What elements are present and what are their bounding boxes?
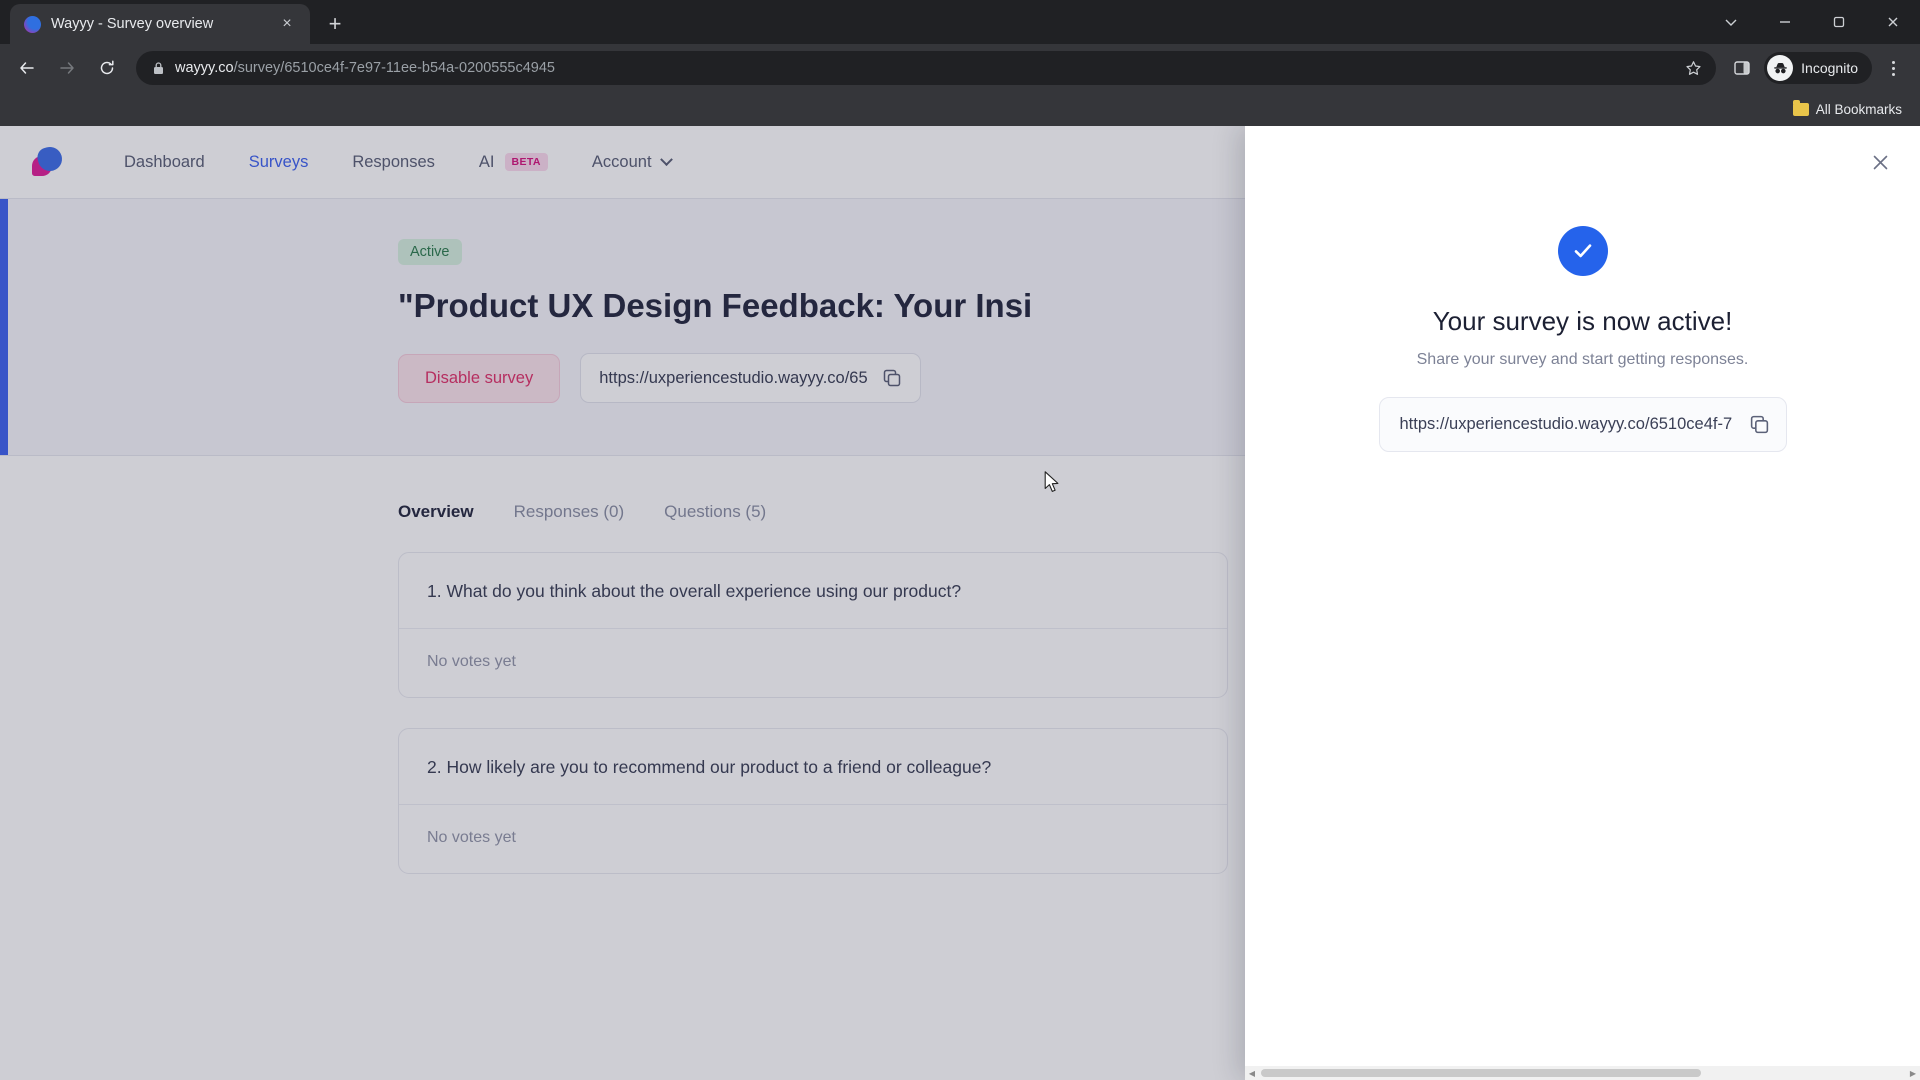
tab-search-icon[interactable] xyxy=(1704,0,1758,44)
all-bookmarks-label: All Bookmarks xyxy=(1815,101,1902,117)
reload-icon[interactable] xyxy=(88,49,126,87)
browser-window: Wayyy - Survey overview × + wayyy.co/sur… xyxy=(0,0,1920,1080)
drawer-subtitle: Share your survey and start getting resp… xyxy=(1416,351,1749,368)
window-controls xyxy=(1704,0,1920,44)
close-icon[interactable] xyxy=(1866,148,1894,176)
scrollbar-thumb[interactable] xyxy=(1261,1069,1701,1077)
success-check-icon xyxy=(1557,226,1608,276)
browser-tab[interactable]: Wayyy - Survey overview × xyxy=(10,4,310,44)
bookmark-star-icon[interactable] xyxy=(1678,53,1708,83)
tab-title: Wayyy - Survey overview xyxy=(51,16,214,32)
close-window-icon[interactable] xyxy=(1866,0,1920,44)
browser-toolbar: wayyy.co/survey/6510ce4f-7e97-11ee-b54a-… xyxy=(0,44,1920,92)
bookmarks-bar: All Bookmarks xyxy=(0,92,1920,126)
page-viewport: Dashboard Surveys Responses AI BETA Acco… xyxy=(0,126,1920,1080)
forward-icon[interactable] xyxy=(48,49,86,87)
share-url-field[interactable]: https://uxperiencestudio.wayyy.co/6510ce… xyxy=(1378,397,1787,452)
drawer-title: Your survey is now active! xyxy=(1432,306,1733,336)
tab-strip: Wayyy - Survey overview × + xyxy=(0,0,1920,44)
share-url-text: https://uxperiencestudio.wayyy.co/6510ce… xyxy=(1399,415,1733,433)
url-host: wayyy.co xyxy=(175,60,234,76)
browser-menu-icon[interactable] xyxy=(1876,51,1910,85)
wayyy-logo-icon xyxy=(24,15,41,33)
copy-icon[interactable] xyxy=(1749,414,1770,435)
survey-active-drawer: Your survey is now active! Share your su… xyxy=(1245,126,1920,1080)
profile-label: Incognito xyxy=(1801,60,1858,76)
url-path: /survey/6510ce4f-7e97-11ee-b54a-0200555c… xyxy=(233,60,555,76)
address-bar[interactable]: wayyy.co/survey/6510ce4f-7e97-11ee-b54a-… xyxy=(136,51,1717,85)
lock-icon xyxy=(152,61,165,75)
scroll-left-icon[interactable]: ◀ xyxy=(1245,1066,1259,1080)
new-tab-button[interactable]: + xyxy=(318,7,352,41)
maximize-icon[interactable] xyxy=(1812,0,1866,44)
scroll-right-icon[interactable]: ▶ xyxy=(1906,1066,1920,1080)
all-bookmarks-button[interactable]: All Bookmarks xyxy=(1787,98,1908,121)
profile-incognito-button[interactable]: Incognito xyxy=(1764,52,1872,84)
back-icon[interactable] xyxy=(8,49,46,87)
close-tab-icon[interactable]: × xyxy=(276,13,298,35)
incognito-icon xyxy=(1767,55,1794,81)
minimize-icon[interactable] xyxy=(1758,0,1812,44)
drawer-horizontal-scrollbar[interactable]: ◀ ▶ xyxy=(1245,1066,1920,1080)
folder-icon xyxy=(1792,99,1809,116)
url-text: wayyy.co/survey/6510ce4f-7e97-11ee-b54a-… xyxy=(175,60,1668,76)
side-panel-icon[interactable] xyxy=(1724,50,1760,86)
